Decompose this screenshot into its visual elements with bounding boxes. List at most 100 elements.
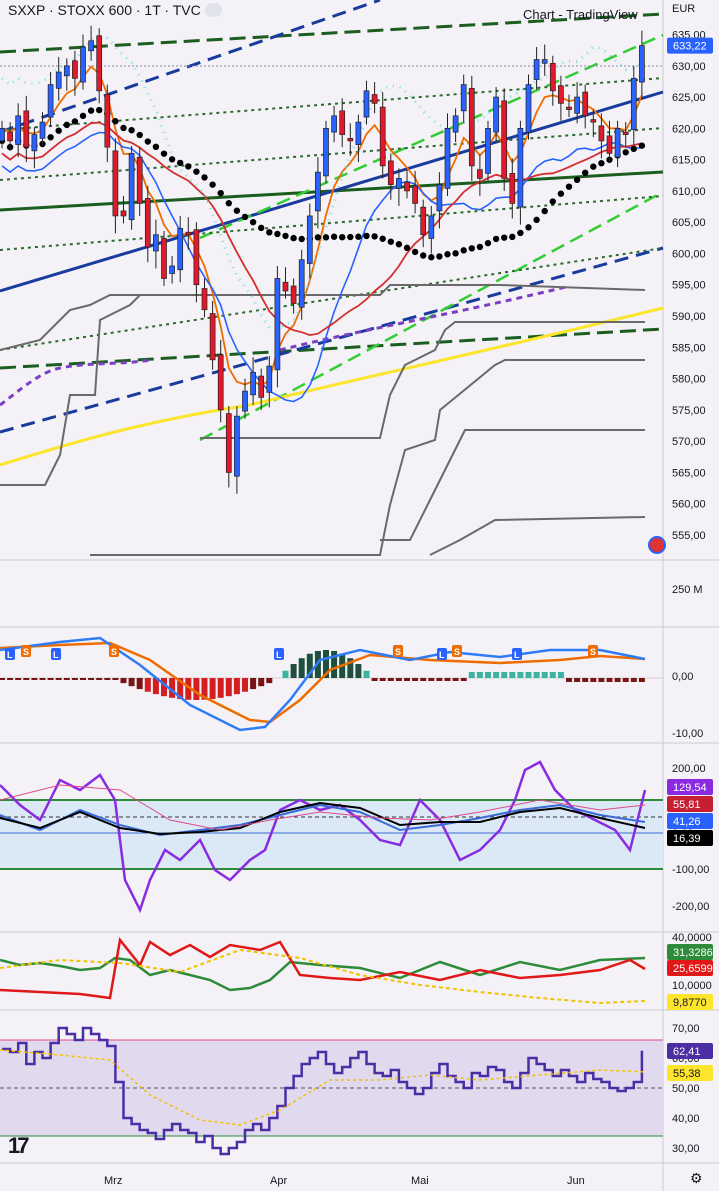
black-ma-dot [622,149,629,156]
macd-histogram-bar [501,672,508,678]
black-ma-dot [209,181,216,188]
macd-histogram-bar [436,678,443,681]
candle-body [323,127,329,177]
cci-value-label: 129,54 [673,782,707,794]
candle-body [161,238,167,279]
candle-body [590,119,597,123]
candle-body [355,121,362,145]
cci-band [0,800,663,869]
macd-histogram-bar [15,678,22,680]
black-ma-dot [452,250,459,257]
black-ma-dot [298,235,305,243]
candle-body [209,313,216,361]
macd-histogram-bar [112,678,119,680]
macd-histogram-bar [444,678,451,681]
macd-histogram-bar [630,678,637,682]
macd-histogram-bar [363,670,370,678]
cci-tick-label: 200,00 [672,763,706,775]
macd-histogram-bar [379,678,386,681]
macd-histogram-bar [96,678,103,680]
price-tick-label: 630,00 [672,61,706,73]
candle-body [104,94,111,148]
candle-body [420,206,427,236]
macd-histogram-bar [614,678,621,682]
candle-body [15,115,22,145]
macd-line [0,641,646,724]
globe-icon [648,536,666,554]
macd-histogram-bar [549,672,556,678]
macd-histogram-bar [80,678,86,680]
black-ma-dot [79,112,87,120]
price-tick-label: 615,00 [672,155,706,167]
macd-histogram-bar [387,678,394,681]
black-ma-dot [582,169,589,176]
candle-body [444,127,451,189]
black-ma-dot [128,126,135,134]
candle-body [112,150,119,217]
candle-body [614,127,621,158]
candle-body [541,59,548,64]
macd-histogram-bar [428,678,435,681]
settings-gear-icon[interactable]: ⚙ [690,1170,703,1187]
candle-body [177,228,184,271]
rsi-ma-label: 55,38 [673,1068,701,1080]
adx-plus-label: 31,3286 [673,947,713,959]
candle-body [282,281,289,292]
black-ma-dot [96,106,103,114]
black-ma-dot [71,118,79,125]
candle-body [339,110,346,135]
candle-body [63,65,70,77]
symbol-title[interactable]: SXXP · STOXX 600 · 1T · TVC [8,2,201,18]
black-ma-dot [403,244,411,252]
candle-body [485,127,491,174]
macd-short-marker-label: S [23,647,29,657]
rsi-tick-label: 40,00 [672,1113,700,1125]
candle-body [412,185,418,204]
candle-body [7,131,13,142]
cci-black-label: 16,39 [673,833,701,845]
macd-histogram-bar [574,678,581,682]
macd-short-marker-label: S [111,647,117,657]
macd-histogram-bar [533,672,540,678]
black-ma-dot [314,234,322,241]
candle-body [574,96,580,114]
candle-body [120,210,127,217]
macd-histogram-bar [47,678,54,680]
price-tick-label: 590,00 [672,311,706,323]
black-ma-dot [517,229,524,237]
tradingview-logo-icon[interactable]: 17 [8,1133,30,1159]
macd-histogram-bar [541,672,548,678]
candle-body [306,215,313,264]
volume-axis-label: 250 M [672,584,703,596]
candle-body [193,229,200,286]
macd-histogram-bar [509,672,516,678]
macd-histogram-bar [7,678,14,680]
black-ma-dot [525,224,532,231]
candle-body [379,106,386,167]
candle-body [258,375,265,398]
adx-minus-label: 25,6599 [673,963,713,975]
price-tick-label: 565,00 [672,467,706,479]
eye-icon[interactable] [205,3,222,17]
candle-body [153,234,159,252]
price-tick-label: 570,00 [672,436,706,448]
currency-label[interactable]: EUR [672,3,695,15]
candle-body [266,365,273,393]
macd-histogram-bar [582,678,589,682]
macd-histogram-bar [371,678,378,681]
black-ma-dot [630,145,637,153]
macd-histogram-bar [88,678,95,680]
black-ma-dot [501,234,508,241]
candle-body [371,94,378,104]
chart-stage[interactable]: 635,00 630,00 625,00 620,00 615,00 610,00 605,… [0,0,719,1191]
candle-body [290,285,297,304]
macd-histogram-bar [193,678,200,700]
adx-tick-label: 40,0000 [672,932,712,944]
price-tick-label: 575,00 [672,405,706,417]
candle-body [452,115,459,133]
macd-short-marker-label: S [590,647,596,657]
candle-body [501,100,508,179]
macd-long-marker-label: L [53,650,59,660]
chart-svg[interactable]: 635,00630,00625,00620,00615,00610,00605,… [0,0,719,1191]
candle-body [517,127,524,208]
